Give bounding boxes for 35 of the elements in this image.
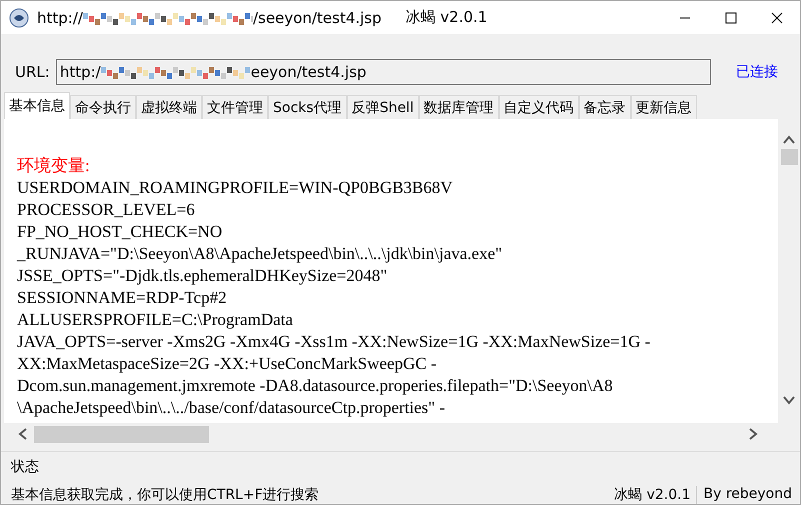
tab[interactable]: 反弹Shell: [346, 95, 419, 119]
tab[interactable]: 虚拟终端: [136, 95, 202, 119]
tab[interactable]: 命令执行: [70, 95, 136, 119]
tab[interactable]: 基本信息: [4, 92, 70, 119]
text-line: SESSIONNAME=RDP-Tcp#2: [17, 287, 228, 309]
tab[interactable]: 文件管理: [202, 95, 268, 119]
tab[interactable]: 自定义代码: [498, 95, 579, 119]
section-heading: 环境变量:: [17, 155, 91, 177]
text-line: _RUNJAVA="D:\Seeyon\A8\ApacheJetspeed\bin\..\..\jdk\bin\java.exe": [17, 243, 504, 265]
tab[interactable]: Socks代理: [268, 95, 347, 119]
horizontal-scrollbar[interactable]: [4, 423, 800, 445]
url-field[interactable]: http:/ eeyon/test4.jsp: [56, 59, 711, 85]
text-line: ALLUSERSPROFILE=C:\ProgramData: [17, 309, 294, 331]
scrollbar-thumb[interactable]: [34, 426, 209, 442]
connection-status: 已连接: [736, 63, 778, 81]
text-line: JAVA_OPTS=-server -Xms2G -Xmx4G -Xss1m -XX:NewSize=1G -XX:MaxNewSize=1G -: [17, 331, 652, 353]
text-line: FP_NO_HOST_CHECK=NO: [17, 221, 224, 243]
text-line: Dcom.sun.management.jmxremote -DA8.datasource.properies.filepath="D:\Seeyon\A8: [17, 375, 614, 397]
url-label: URL:: [15, 63, 50, 81]
window-title: http:// /seeyon/test4.jsp: [37, 8, 382, 26]
text-line: JSSE_OPTS="-Djdk.tls.ephemeralDHKeySize=2048": [17, 265, 388, 287]
text-line: XX:MaxMetaspaceSize=2G -XX:+UseConcMarkSweepGC -: [17, 353, 438, 375]
tab[interactable]: 数据库管理: [418, 95, 499, 119]
scrollbar-thumb[interactable]: [780, 149, 798, 165]
status-message: 基本信息获取完成，你可以使用CTRL+F进行搜索: [11, 486, 319, 504]
version-text: 冰蝎 v2.0.1: [614, 486, 690, 504]
status-label: 状态: [11, 458, 40, 476]
tab[interactable]: 更新信息: [630, 95, 697, 119]
tab[interactable]: 备忘录: [578, 95, 631, 119]
text-line: USERDOMAIN_ROAMINGPROFILE=WIN-QP0BGB3B68V: [17, 177, 454, 199]
author-text: By rebeyond: [696, 486, 792, 504]
app-name: 冰蝎 v2.0.1: [406, 8, 488, 27]
text-line: PROCESSOR_LEVEL=6: [17, 199, 196, 221]
app-logo-icon: [9, 8, 29, 28]
text-line: \ApacheJetspeed\bin\..\../base/conf/datasourceCtp.properties" -: [17, 397, 446, 419]
